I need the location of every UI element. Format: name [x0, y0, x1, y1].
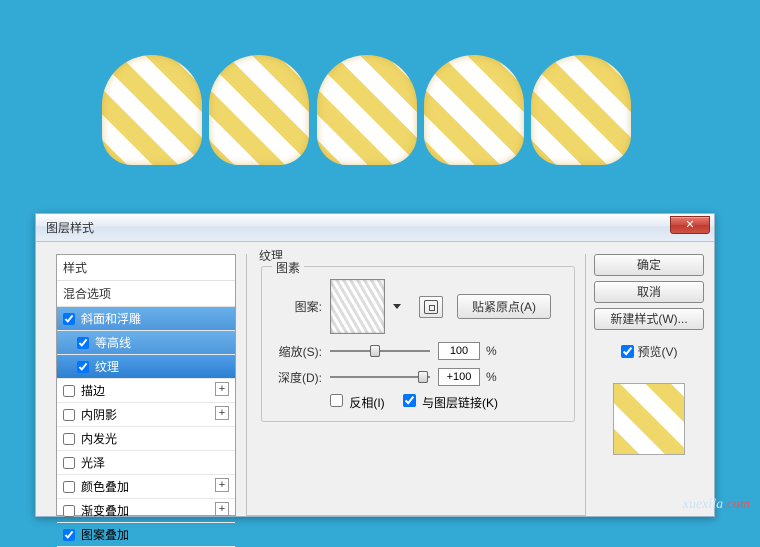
preview-checkbox[interactable]	[621, 345, 634, 358]
scale-row: 缩放(S): %	[272, 342, 564, 360]
style-label: 渐变叠加	[81, 502, 129, 519]
link-label[interactable]: 与图层链接(K)	[403, 394, 498, 411]
add-effect-button[interactable]: +	[215, 502, 229, 516]
depth-label: 深度(D):	[272, 369, 322, 386]
slider-track	[330, 376, 430, 378]
watermark: xuexila.com	[683, 497, 750, 513]
style-item[interactable]: 内发光	[57, 427, 235, 451]
new-pattern-button[interactable]	[419, 296, 443, 318]
blend-header[interactable]: 混合选项	[57, 281, 235, 307]
style-checkbox[interactable]	[63, 433, 75, 445]
cancel-button[interactable]: 取消	[594, 281, 704, 303]
style-label: 光泽	[81, 454, 105, 471]
scale-input[interactable]	[438, 342, 480, 360]
group-title: 图素	[272, 259, 304, 276]
scale-slider[interactable]	[330, 343, 430, 359]
style-checkbox[interactable]	[77, 337, 89, 349]
link-checkbox[interactable]	[403, 394, 416, 407]
style-label: 图案叠加	[81, 526, 129, 543]
dialog-title: 图层样式	[46, 219, 94, 236]
style-checkbox[interactable]	[63, 481, 75, 493]
right-column: 确定 取消 新建样式(W)... 预览(V)	[594, 254, 704, 516]
slider-thumb[interactable]	[418, 371, 428, 383]
add-effect-button[interactable]: +	[215, 406, 229, 420]
style-label: 等高线	[95, 334, 131, 351]
styles-list: 样式 混合选项 斜面和浮雕等高线纹理描边 + 内阴影 + 内发光光泽颜色叠加 + 渐变叠加 +…	[56, 254, 236, 516]
style-checkbox[interactable]	[63, 385, 75, 397]
pattern-dropdown[interactable]	[389, 299, 405, 315]
style-item[interactable]: 光泽	[57, 451, 235, 475]
checkbox-row: 反相(I) 与图层链接(K)	[330, 394, 564, 411]
slider-track	[330, 350, 430, 352]
scale-label: 缩放(S):	[272, 343, 322, 360]
style-label: 颜色叠加	[81, 478, 129, 495]
close-icon: ✕	[685, 219, 694, 231]
sweet-text-effect	[100, 55, 660, 175]
dialog-body: 样式 混合选项 斜面和浮雕等高线纹理描边 + 内阴影 + 内发光光泽颜色叠加 + 渐变叠加 +…	[36, 242, 714, 516]
preview-label: 预览(V)	[638, 343, 678, 360]
elements-group: 图素 图案: 贴紧原点(A) 缩放(S):	[261, 266, 575, 422]
letter-t	[531, 55, 631, 165]
new-preset-icon	[424, 300, 438, 314]
snap-origin-button[interactable]: 贴紧原点(A)	[457, 294, 551, 319]
style-item[interactable]: 等高线	[57, 331, 235, 355]
preview-swatch	[613, 383, 685, 455]
scale-unit: %	[486, 344, 497, 358]
styles-header[interactable]: 样式	[57, 255, 235, 281]
letter-s	[102, 55, 202, 165]
style-item[interactable]: 纹理	[57, 355, 235, 379]
style-item[interactable]: 颜色叠加 +	[57, 475, 235, 499]
pattern-row: 图案: 贴紧原点(A)	[272, 279, 564, 334]
style-item[interactable]: 内阴影 +	[57, 403, 235, 427]
titlebar[interactable]: 图层样式 ✕	[36, 214, 714, 242]
ok-button[interactable]: 确定	[594, 254, 704, 276]
style-checkbox[interactable]	[63, 313, 75, 325]
style-checkbox[interactable]	[63, 457, 75, 469]
depth-unit: %	[486, 370, 497, 384]
texture-panel: 纹理 图素 图案: 贴紧原点(A) 缩放(S):	[246, 254, 586, 516]
layer-style-dialog: 图层样式 ✕ 样式 混合选项 斜面和浮雕等高线纹理描边 + 内阴影 + 内发光光泽颜色叠…	[35, 213, 715, 517]
add-effect-button[interactable]: +	[215, 478, 229, 492]
letter-e2	[424, 55, 524, 165]
style-checkbox[interactable]	[63, 505, 75, 517]
style-item[interactable]: 图案叠加	[57, 523, 235, 547]
style-checkbox[interactable]	[77, 361, 89, 373]
preview-check-row[interactable]: 预览(V)	[594, 343, 704, 360]
style-label: 描边	[81, 382, 105, 399]
style-label: 纹理	[95, 358, 119, 375]
depth-row: 深度(D): %	[272, 368, 564, 386]
style-item[interactable]: 描边 +	[57, 379, 235, 403]
pattern-label: 图案:	[272, 298, 322, 315]
new-style-button[interactable]: 新建样式(W)...	[594, 308, 704, 330]
style-checkbox[interactable]	[63, 529, 75, 541]
invert-label[interactable]: 反相(I)	[330, 394, 385, 411]
style-label: 斜面和浮雕	[81, 310, 141, 327]
pattern-swatch[interactable]	[330, 279, 385, 334]
slider-thumb[interactable]	[370, 345, 380, 357]
close-button[interactable]: ✕	[670, 216, 710, 234]
add-effect-button[interactable]: +	[215, 382, 229, 396]
style-label: 内阴影	[81, 406, 117, 423]
style-item[interactable]: 斜面和浮雕	[57, 307, 235, 331]
style-checkbox[interactable]	[63, 409, 75, 421]
style-item[interactable]: 渐变叠加 +	[57, 499, 235, 523]
letter-w	[209, 55, 309, 165]
letter-e	[317, 55, 417, 165]
invert-checkbox[interactable]	[330, 394, 343, 407]
depth-input[interactable]	[438, 368, 480, 386]
style-label: 内发光	[81, 430, 117, 447]
depth-slider[interactable]	[330, 369, 430, 385]
